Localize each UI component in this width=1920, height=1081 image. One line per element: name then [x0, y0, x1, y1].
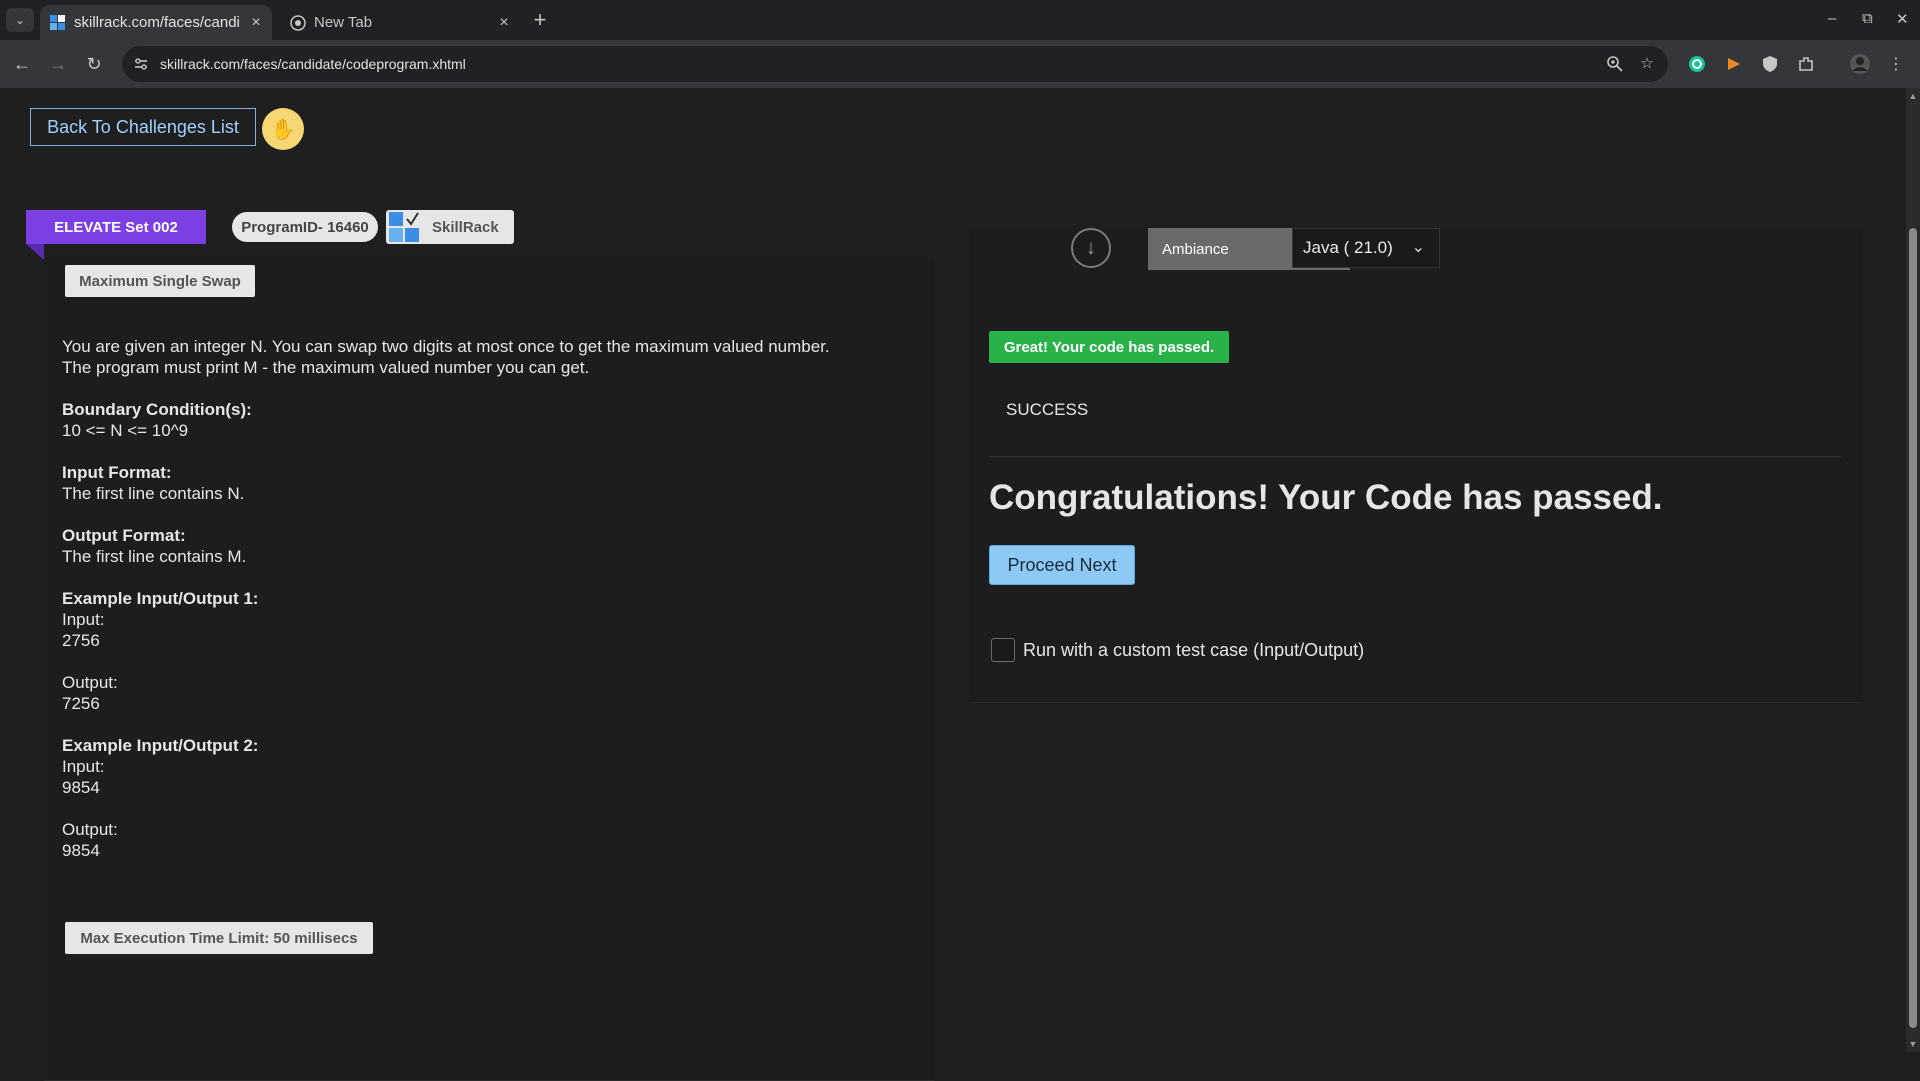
- tab-strip: ⌄ skillrack.com/faces/candi × New Tab × …: [0, 0, 1920, 40]
- example-output-label: Output:: [62, 820, 118, 839]
- example-output-label: Output:: [62, 673, 118, 692]
- skillrack-logo-icon: [389, 212, 419, 242]
- custom-test-checkbox[interactable]: [991, 638, 1015, 662]
- chevron-down-icon: ⌄: [1411, 239, 1425, 256]
- scroll-up-arrow-icon[interactable]: ▲: [1906, 90, 1920, 102]
- example-output: 9854: [62, 841, 100, 860]
- maximize-icon[interactable]: ⧉: [1862, 10, 1873, 27]
- skillrack-badge: SkillRack: [386, 210, 514, 244]
- page-scrollbar[interactable]: ▲ ▼: [1906, 88, 1920, 1052]
- site-info-icon[interactable]: [132, 55, 150, 73]
- problem-title: Maximum Single Swap: [65, 265, 255, 297]
- tab-title: New Tab: [314, 14, 373, 31]
- scroll-down-arrow-icon[interactable]: ▼: [1906, 1038, 1920, 1050]
- zoom-icon[interactable]: [1606, 55, 1624, 73]
- language-select[interactable]: Java ( 21.0) ⌄: [1292, 228, 1440, 268]
- reload-icon[interactable]: ↻: [82, 52, 106, 76]
- output-format-value: The first line contains M.: [62, 547, 247, 566]
- hand-icon[interactable]: ✋: [262, 108, 304, 150]
- scroll-down-icon[interactable]: ↓: [1071, 228, 1111, 268]
- browser-menu-icon[interactable]: ⋮: [1884, 52, 1908, 76]
- description-line: The program must print M - the maximum v…: [62, 358, 590, 377]
- example-input: 9854: [62, 778, 100, 797]
- tab-search-button[interactable]: ⌄: [6, 8, 34, 32]
- boundary-value: 10 <= N <= 10^9: [62, 421, 189, 440]
- example-output: 7256: [62, 694, 100, 713]
- address-bar[interactable]: skillrack.com/faces/candidate/codeprogra…: [122, 46, 1668, 82]
- set-ribbon: ELEVATE Set 002: [26, 210, 206, 244]
- example-heading: Example Input/Output 2:: [62, 736, 259, 755]
- tab-new-tab[interactable]: New Tab ×: [280, 5, 520, 40]
- grammarly-extension-icon[interactable]: [1685, 52, 1709, 76]
- divider: [989, 456, 1841, 457]
- problem-description: You are given an integer N. You can swap…: [62, 336, 902, 861]
- input-format-value: The first line contains N.: [62, 484, 245, 503]
- url-text: skillrack.com/faces/candidate/codeprogra…: [160, 56, 466, 72]
- browser-toolbar: ← → ↻ skillrack.com/faces/candidate/code…: [0, 40, 1920, 88]
- congrats-heading: Congratulations! Your Code has passed.: [989, 478, 1663, 517]
- tab-skillrack[interactable]: skillrack.com/faces/candi ×: [40, 5, 272, 40]
- back-arrow-icon[interactable]: ←: [10, 52, 34, 76]
- example-input-label: Input:: [62, 610, 105, 629]
- shield-extension-icon[interactable]: [1758, 52, 1782, 76]
- program-id-badge: ProgramID- 16460: [232, 212, 378, 242]
- brand-label: SkillRack: [432, 218, 499, 236]
- bookmark-star-icon[interactable]: ☆: [1638, 55, 1656, 73]
- tab-close-icon[interactable]: ×: [494, 14, 514, 32]
- page-viewport: Back To Challenges List ✋ ELEVATE Set 00…: [0, 88, 1906, 1081]
- example-input: 2756: [62, 631, 100, 650]
- input-format-heading: Input Format:: [62, 463, 172, 482]
- boundary-heading: Boundary Condition(s):: [62, 400, 252, 419]
- ribbon-tail: [26, 244, 44, 260]
- output-format-heading: Output Format:: [62, 526, 186, 545]
- custom-test-label: Run with a custom test case (Input/Outpu…: [1023, 639, 1365, 660]
- profile-avatar-icon[interactable]: [1848, 52, 1872, 76]
- custom-test-option[interactable]: Run with a custom test case (Input/Outpu…: [991, 638, 1364, 662]
- tab-close-icon[interactable]: ×: [246, 14, 266, 32]
- time-limit-badge: Max Execution Time Limit: 50 millisecs: [65, 922, 373, 954]
- description-line: You are given an integer N. You can swap…: [62, 337, 830, 356]
- extensions-puzzle-icon[interactable]: [1794, 52, 1818, 76]
- back-to-challenges-button[interactable]: Back To Challenges List: [30, 108, 256, 146]
- scrollbar-thumb[interactable]: [1909, 228, 1917, 1028]
- proceed-next-button[interactable]: Proceed Next: [989, 545, 1135, 585]
- new-tab-button[interactable]: +: [528, 8, 552, 32]
- example-heading: Example Input/Output 1:: [62, 589, 259, 608]
- close-window-icon[interactable]: ✕: [1896, 10, 1909, 28]
- example-input-label: Input:: [62, 757, 105, 776]
- language-value: Java ( 21.0): [1303, 238, 1393, 257]
- skillrack-favicon-icon: [50, 14, 65, 30]
- tab-title: skillrack.com/faces/candi: [74, 14, 240, 31]
- pass-badge: Great! Your code has passed.: [989, 331, 1229, 363]
- status-text: SUCCESS: [1006, 400, 1089, 419]
- extension-flag-icon[interactable]: [1722, 52, 1746, 76]
- minimize-icon[interactable]: –: [1828, 10, 1836, 27]
- forward-arrow-icon[interactable]: →: [46, 52, 70, 76]
- result-panel: [970, 228, 1862, 703]
- chrome-globe-icon: [290, 14, 306, 31]
